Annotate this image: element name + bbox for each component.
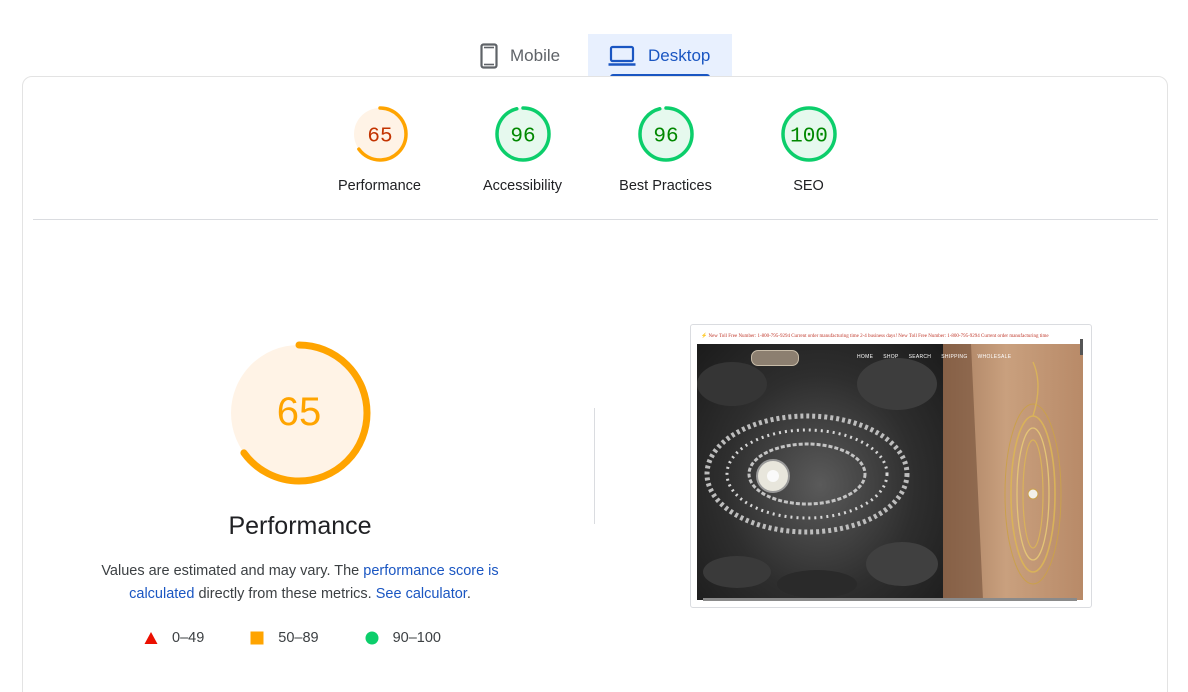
nav-shop: SHOP — [883, 354, 899, 360]
laptop-icon — [608, 45, 636, 67]
scrollbar-vertical — [1080, 339, 1083, 355]
pagespeed-report: Mobile Desktop 65 Performance 96 Accessi… — [0, 0, 1188, 692]
nav-shipping: SHIPPING — [941, 354, 968, 360]
earring-graphic — [943, 344, 1062, 600]
tab-desktop[interactable]: Desktop — [588, 34, 732, 78]
filigree-graphic — [697, 358, 938, 598]
legend-range: 0–49 — [172, 630, 205, 646]
legend-range: 90–100 — [392, 630, 441, 646]
announcement-ticker: ⚡ New Toll Free Number: 1-800-795-9294 C… — [701, 334, 1049, 339]
nav-search: SEARCH — [908, 354, 932, 360]
vertical-divider — [594, 408, 595, 524]
score-legend: 0–49 50–89 90–100 — [144, 630, 487, 646]
see-calculator-link[interactable]: See calculator — [376, 586, 467, 602]
scrollbar-horizontal — [703, 598, 1077, 601]
gauge-score: 96 — [510, 126, 535, 149]
gauge-label: Performance — [337, 178, 421, 194]
gauge-best-practices[interactable]: 96 Best Practices — [594, 104, 737, 194]
site-nav: HOME SHOP SEARCH SHIPPING WHOLESALE — [857, 354, 1011, 360]
desc-text: Values are estimated and may vary. The — [101, 563, 364, 579]
legend-average: 50–89 — [250, 630, 319, 646]
gauge-ring: 96 — [494, 106, 551, 162]
gauge-ring: 65 — [351, 106, 408, 162]
nav-home: HOME — [857, 354, 874, 360]
gauge-score: 100 — [790, 126, 828, 149]
desc-text: . — [466, 586, 471, 602]
triangle-icon — [144, 632, 158, 644]
smartphone-icon — [480, 43, 498, 69]
device-tabs: Mobile Desktop — [460, 34, 732, 78]
tab-mobile[interactable]: Mobile — [460, 34, 588, 78]
bracelet-image — [697, 344, 943, 600]
tab-mobile-label: Mobile — [510, 46, 561, 65]
circle-icon — [365, 631, 379, 645]
gauge-score: 96 — [653, 126, 678, 149]
hero-image: HOME SHOP SEARCH SHIPPING WHOLESALE — [697, 344, 1083, 600]
legend-pass: 90–100 — [365, 630, 441, 646]
gauge-performance[interactable]: 65 Performance — [308, 104, 451, 194]
gauge-label: Best Practices — [619, 178, 712, 194]
performance-title: Performance — [228, 512, 372, 540]
gauge-ring: 96 — [637, 106, 694, 162]
tab-desktop-label: Desktop — [648, 46, 711, 65]
gauge-score: 65 — [367, 126, 392, 149]
legend-fail: 0–49 — [144, 630, 204, 646]
performance-score: 65 — [277, 390, 322, 434]
desc-text: directly from these metrics. — [194, 586, 376, 602]
nav-wholesale: WHOLESALE — [977, 354, 1012, 360]
gauge-ring: 100 — [780, 106, 837, 162]
earring-image — [943, 344, 1083, 600]
section-divider — [33, 219, 1158, 220]
performance-description: Values are estimated and may vary. The p… — [80, 560, 520, 606]
performance-gauge-large: 65 — [226, 340, 372, 491]
gauge-accessibility[interactable]: 96 Accessibility — [451, 104, 594, 194]
gauge-seo[interactable]: 100 SEO — [737, 104, 880, 194]
gauge-label: Accessibility — [483, 178, 562, 194]
category-gauges: 65 Performance 96 Accessibility 96 Best … — [308, 104, 880, 194]
square-icon — [250, 631, 264, 645]
screenshot-content: ⚡ New Toll Free Number: 1-800-795-9294 C… — [697, 331, 1085, 603]
legend-range: 50–89 — [278, 630, 319, 646]
final-screenshot[interactable]: ⚡ New Toll Free Number: 1-800-795-9294 C… — [690, 324, 1092, 608]
gauge-label: SEO — [793, 178, 824, 194]
